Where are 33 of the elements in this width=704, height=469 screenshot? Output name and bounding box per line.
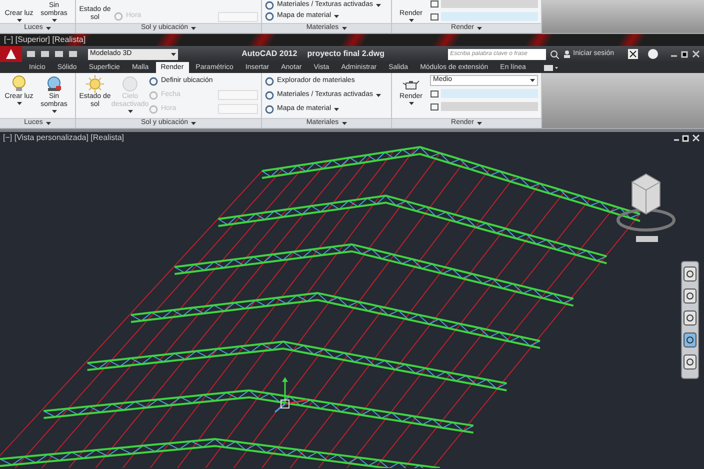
caret-icon bbox=[191, 122, 196, 125]
caret-icon bbox=[16, 102, 22, 105]
caret-icon bbox=[128, 110, 132, 113]
caret-icon bbox=[530, 79, 535, 82]
application-logo-icon bbox=[0, 46, 22, 62]
caret-icon bbox=[46, 122, 51, 125]
viewport-label[interactable]: [−] [Superior] [Realista] bbox=[4, 34, 86, 46]
caret-icon bbox=[476, 122, 482, 125]
caret-icon bbox=[334, 108, 340, 110]
caret-icon bbox=[476, 27, 482, 30]
caret-icon bbox=[408, 102, 414, 105]
viewport-label[interactable]: [−] [Vista personalizada] [Realista] bbox=[3, 132, 124, 144]
caret-icon bbox=[342, 122, 347, 125]
ucs-axis-icon bbox=[274, 377, 308, 413]
window-controls-icon bbox=[673, 134, 701, 142]
file-name: proyecto final 2.dwg bbox=[307, 48, 385, 60]
caret-icon bbox=[376, 94, 381, 96]
user-icon bbox=[563, 50, 572, 58]
caret-icon bbox=[191, 27, 196, 30]
sun-icon bbox=[86, 75, 104, 93]
bulb-icon bbox=[10, 75, 28, 93]
search-icon bbox=[550, 50, 560, 58]
camera-icon bbox=[542, 64, 559, 72]
disabled-field bbox=[218, 104, 258, 114]
window-controls-icon bbox=[670, 50, 700, 58]
caret-icon bbox=[376, 4, 381, 7]
caret-icon bbox=[171, 52, 176, 56]
disabled-field bbox=[218, 90, 258, 100]
caret-icon bbox=[52, 110, 56, 113]
app-title: AutoCAD 2012 bbox=[242, 48, 298, 60]
caret-icon bbox=[334, 15, 340, 18]
globe-shadow-icon bbox=[45, 75, 63, 93]
caret-icon bbox=[342, 27, 347, 30]
